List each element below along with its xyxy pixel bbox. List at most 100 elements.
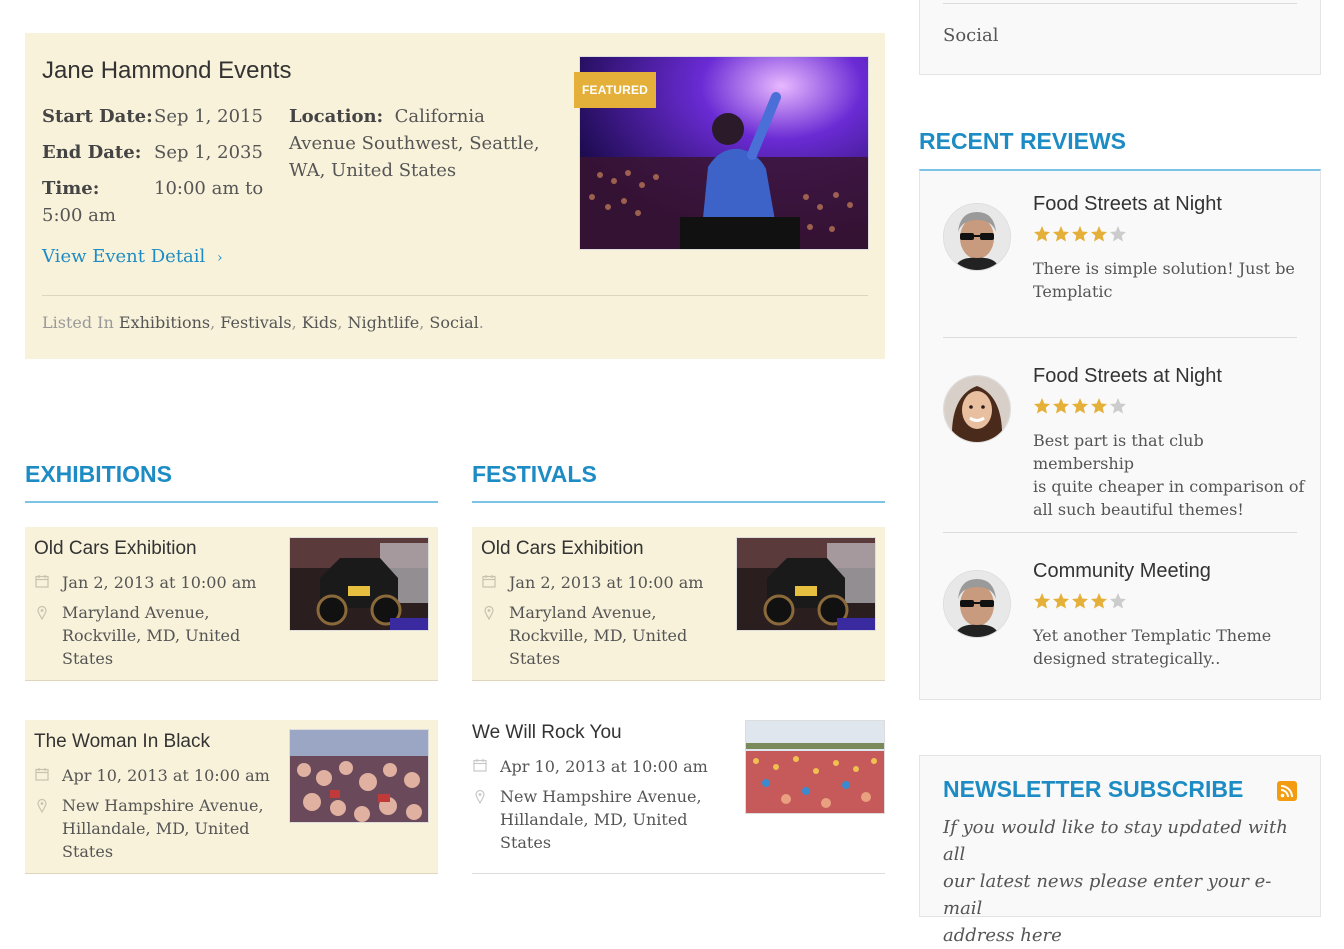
- event-thumbnail[interactable]: [289, 537, 429, 631]
- exhibitions-heading: EXHIBITIONS: [25, 461, 172, 487]
- event-address-line-1: Maryland Avenue,: [62, 603, 210, 622]
- map-pin-icon: [484, 605, 494, 620]
- review-text-line-1: Best part is that club membership: [1033, 431, 1204, 473]
- event-card: Old Cars Exhibition Jan 2, 2013 at 10:00…: [472, 527, 885, 681]
- categories-widget: Social: [919, 0, 1321, 75]
- event-address: New Hampshire Avenue, Hillandale, MD, Un…: [62, 794, 264, 863]
- review-text-line-2: designed strategically..: [1033, 649, 1221, 668]
- category-link-kids[interactable]: Kids: [302, 313, 338, 332]
- event-address-line-3: States: [509, 649, 561, 668]
- review-text-line-3: all such beautiful themes!: [1033, 500, 1244, 519]
- time-value-end: 5:00 am: [42, 205, 116, 226]
- category-link-nightlife[interactable]: Nightlife: [348, 313, 420, 332]
- event-address-line-3: States: [500, 833, 552, 852]
- event-address-line-2: Hillandale, MD, United: [62, 819, 250, 838]
- event-card: Old Cars Exhibition Jan 2, 2013 at 10:00…: [25, 527, 438, 681]
- event-address: Maryland Avenue, Rockville, MD, United S…: [62, 601, 240, 670]
- avatar: [943, 203, 1011, 271]
- map-pin-icon: [37, 605, 47, 620]
- exhibitions-heading-underline: [25, 501, 438, 503]
- avatar: [943, 570, 1011, 638]
- newsletter-description: If you would like to stay updated with a…: [943, 814, 1303, 949]
- event-date: Apr 10, 2013 at 10:00 am: [500, 757, 708, 776]
- event-date: Apr 10, 2013 at 10:00 am: [62, 766, 270, 785]
- review-text: There is simple solution! Just be Templa…: [1033, 257, 1305, 303]
- star-rating: [1033, 397, 1129, 419]
- featured-badge: FEATURED: [574, 72, 657, 108]
- event-title[interactable]: Old Cars Exhibition: [34, 538, 197, 560]
- listed-in-row: Listed In Exhibitions, Festivals, Kids, …: [42, 313, 484, 332]
- review-text: Yet another Templatic Theme designed str…: [1033, 624, 1305, 670]
- event-date: Jan 2, 2013 at 10:00 am: [509, 573, 704, 592]
- view-event-detail-label: View Event Detail: [42, 246, 206, 267]
- location-line-1: California: [394, 106, 485, 127]
- newsletter-heading: NEWSLETTER SUBSCRIBE: [943, 776, 1244, 802]
- start-date-value: Sep 1, 2015: [154, 106, 263, 127]
- review-title[interactable]: Food Streets at Night: [1033, 365, 1222, 388]
- newsletter-widget: NEWSLETTER SUBSCRIBE If you would like t…: [919, 755, 1321, 946]
- calendar-icon: [35, 575, 49, 588]
- location-label: Location:: [289, 106, 384, 127]
- start-date-row: Start Date:: [42, 103, 153, 130]
- review-text-line-1: There is simple solution! Just be: [1033, 259, 1295, 278]
- event-address-line-3: States: [62, 649, 114, 668]
- time-label: Time:: [42, 178, 100, 199]
- event-address-line-1: New Hampshire Avenue,: [62, 796, 264, 815]
- review-separator: [943, 532, 1297, 533]
- event-thumbnail[interactable]: [289, 729, 429, 823]
- rss-icon[interactable]: [1277, 781, 1297, 801]
- review-title[interactable]: Community Meeting: [1033, 560, 1211, 583]
- featured-event-card: Jane Hammond Events Start Date: Sep 1, 2…: [25, 33, 885, 359]
- map-pin-icon: [37, 798, 47, 813]
- category-link-social[interactable]: Social: [943, 25, 999, 46]
- location-line-3: WA, United States: [289, 160, 457, 181]
- end-date-value: Sep 1, 2035: [154, 142, 263, 163]
- calendar-icon: [482, 575, 496, 588]
- category-link-social[interactable]: Social: [429, 313, 478, 332]
- location-line-2: Avenue Southwest, Seattle,: [289, 133, 540, 154]
- event-address-line-2: Rockville, MD, United: [62, 626, 241, 645]
- review-title[interactable]: Food Streets at Night: [1033, 193, 1222, 216]
- calendar-icon: [35, 768, 49, 781]
- review-text: Best part is that club membership is qui…: [1033, 429, 1305, 521]
- location-block: Location: California Avenue Southwest, S…: [289, 103, 549, 184]
- featured-event-title[interactable]: Jane Hammond Events: [42, 57, 291, 85]
- review-text-line-1: Yet another Templatic Theme: [1033, 626, 1272, 645]
- avatar: [943, 375, 1011, 443]
- event-address-line-2: Hillandale, MD, United: [500, 810, 688, 829]
- event-address-line-3: States: [62, 842, 114, 861]
- time-value: 10:00 am to: [154, 178, 264, 199]
- recent-reviews-widget: Food Streets at Night There is simple so…: [919, 169, 1321, 700]
- event-date: Jan 2, 2013 at 10:00 am: [62, 573, 257, 592]
- time-row: Time:: [42, 175, 99, 202]
- event-title[interactable]: Old Cars Exhibition: [481, 538, 644, 560]
- event-address: Maryland Avenue, Rockville, MD, United S…: [509, 601, 687, 670]
- end-date-label: End Date:: [42, 142, 142, 163]
- recent-reviews-heading: RECENT REVIEWS: [919, 128, 1127, 154]
- end-date-row: End Date:: [42, 139, 141, 166]
- star-rating: [1033, 592, 1129, 614]
- event-card: We Will Rock You Apr 10, 2013 at 10:00 a…: [472, 720, 885, 874]
- event-thumbnail[interactable]: [736, 537, 876, 631]
- calendar-icon: [473, 759, 487, 772]
- review-text-line-2: Templatic: [1033, 282, 1113, 301]
- map-pin-icon: [475, 789, 485, 804]
- event-card: The Woman In Black Apr 10, 2013 at 10:00…: [25, 720, 438, 874]
- newsletter-text-line-3: address here: [943, 925, 1062, 946]
- star-rating: [1033, 225, 1129, 247]
- category-link-exhibitions[interactable]: Exhibitions: [119, 313, 210, 332]
- view-event-detail-link[interactable]: View Event Detail ›: [42, 246, 223, 267]
- review-separator: [943, 337, 1297, 338]
- category-separator: [943, 3, 1297, 4]
- featured-divider: [42, 295, 868, 296]
- review-text-line-2: is quite cheaper in comparison of: [1033, 477, 1305, 496]
- event-address-line-2: Rockville, MD, United: [509, 626, 688, 645]
- chevron-right-icon: ›: [217, 250, 223, 266]
- star-icon: [1034, 226, 1050, 242]
- event-thumbnail[interactable]: [745, 720, 885, 814]
- category-link-festivals[interactable]: Festivals: [220, 313, 291, 332]
- festivals-heading: FESTIVALS: [472, 461, 597, 487]
- event-address-line-1: New Hampshire Avenue,: [500, 787, 702, 806]
- event-title[interactable]: We Will Rock You: [472, 722, 622, 744]
- event-title[interactable]: The Woman In Black: [34, 731, 210, 753]
